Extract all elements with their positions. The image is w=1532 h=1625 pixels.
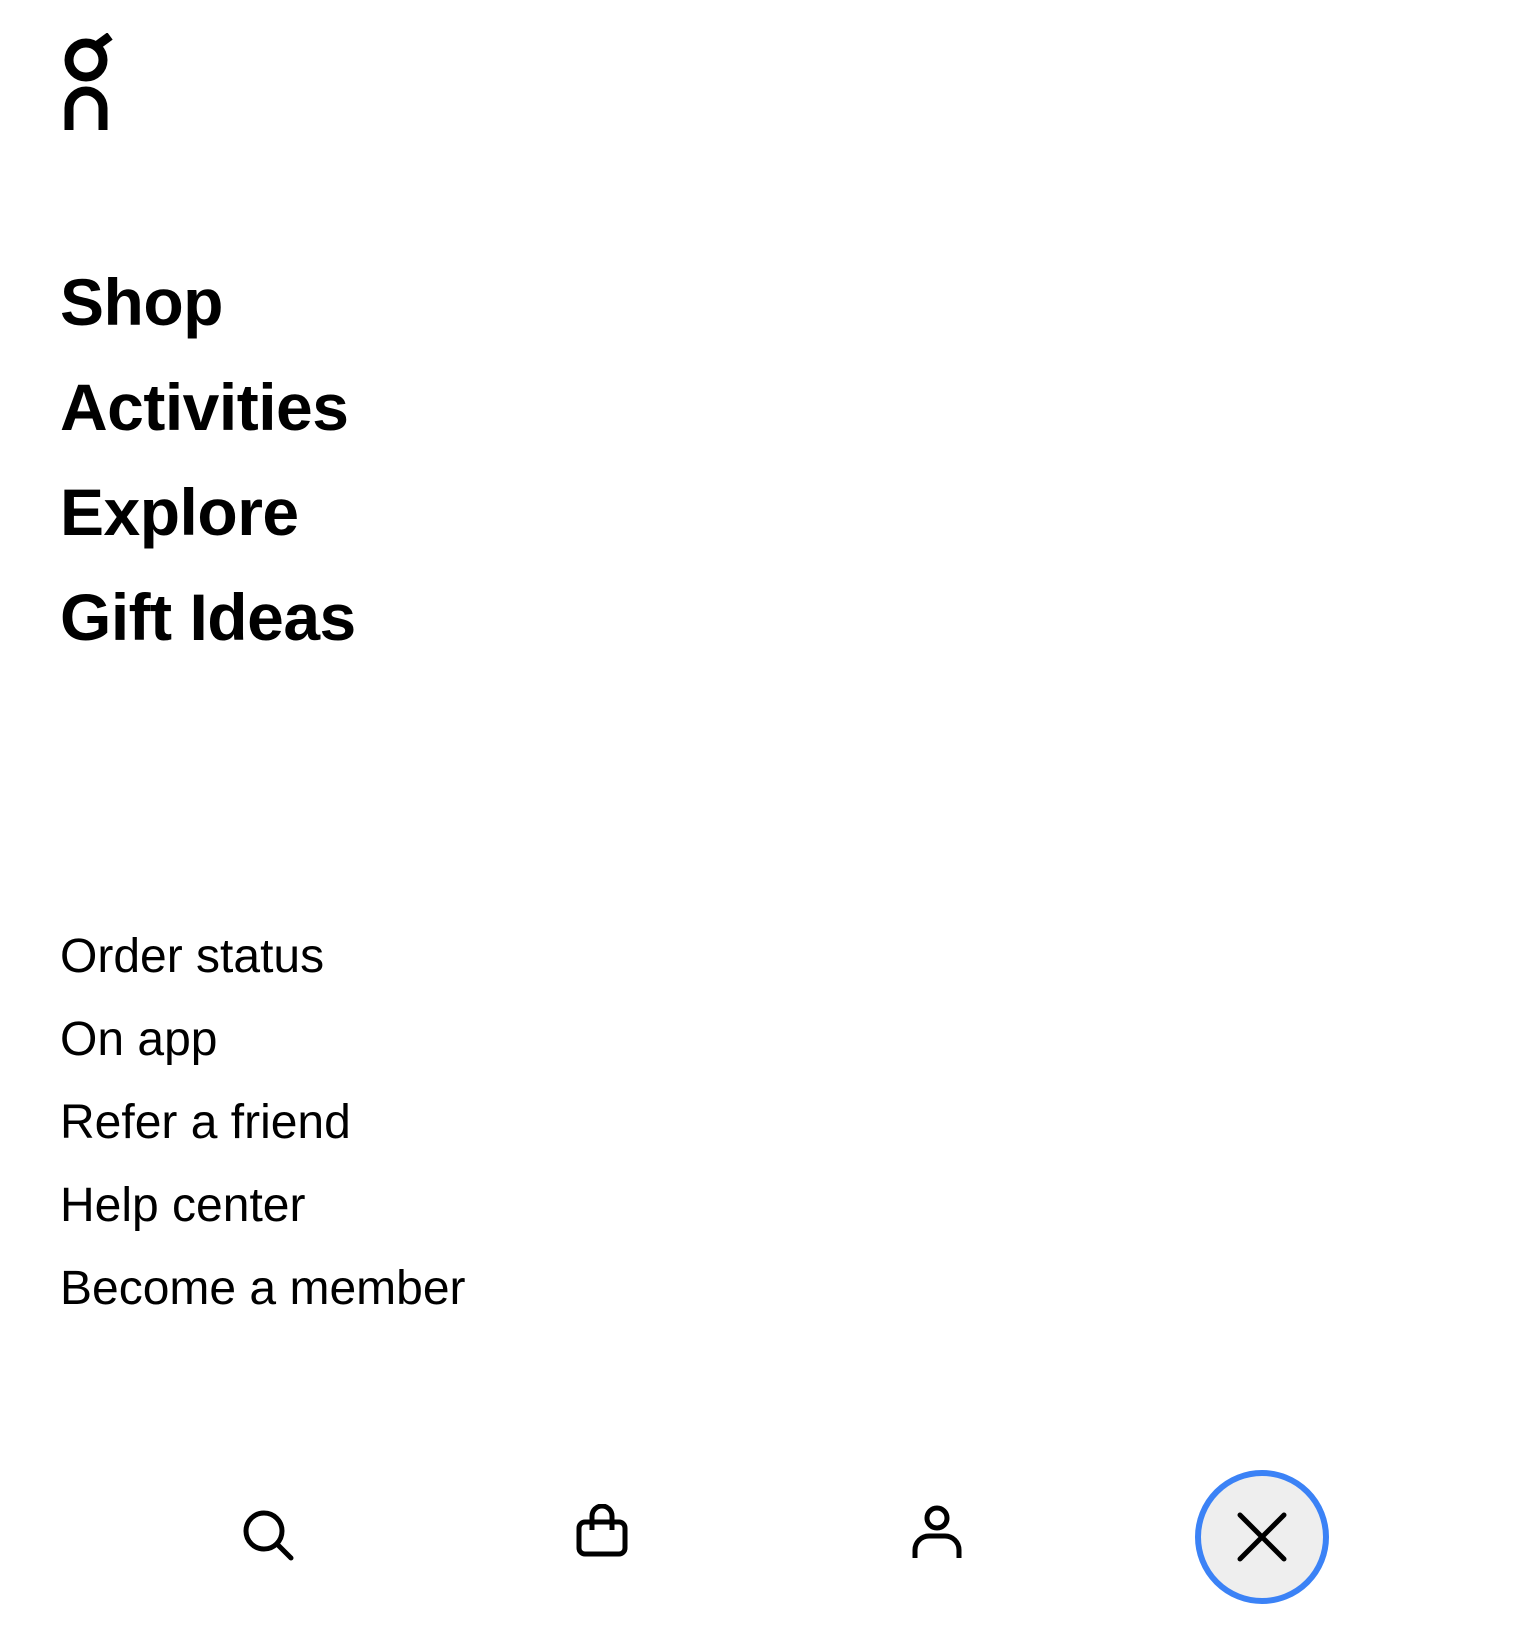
nav-item-gift-ideas[interactable]: Gift Ideas <box>60 565 356 670</box>
secondary-nav: Order status On app Refer a friend Help … <box>60 915 466 1330</box>
cart-button[interactable] <box>562 1492 642 1572</box>
search-button[interactable] <box>228 1495 308 1575</box>
link-help-center[interactable]: Help center <box>60 1164 466 1247</box>
link-refer-a-friend[interactable]: Refer a friend <box>60 1081 466 1164</box>
nav-item-explore[interactable]: Explore <box>60 460 356 565</box>
on-logo-icon <box>64 32 113 130</box>
account-button[interactable] <box>897 1492 977 1572</box>
link-on-app[interactable]: On app <box>60 998 466 1081</box>
user-icon <box>912 1505 962 1558</box>
shopping-bag-icon <box>576 1504 628 1557</box>
close-icon <box>1237 1512 1287 1562</box>
link-order-status[interactable]: Order status <box>60 915 466 998</box>
search-icon <box>243 1510 294 1561</box>
close-menu-button[interactable] <box>1195 1470 1329 1604</box>
primary-nav: Shop Activities Explore Gift Ideas <box>60 250 356 670</box>
brand-logo[interactable] <box>62 32 114 133</box>
link-become-a-member[interactable]: Become a member <box>60 1247 466 1330</box>
nav-item-shop[interactable]: Shop <box>60 250 356 355</box>
nav-item-activities[interactable]: Activities <box>60 355 356 460</box>
